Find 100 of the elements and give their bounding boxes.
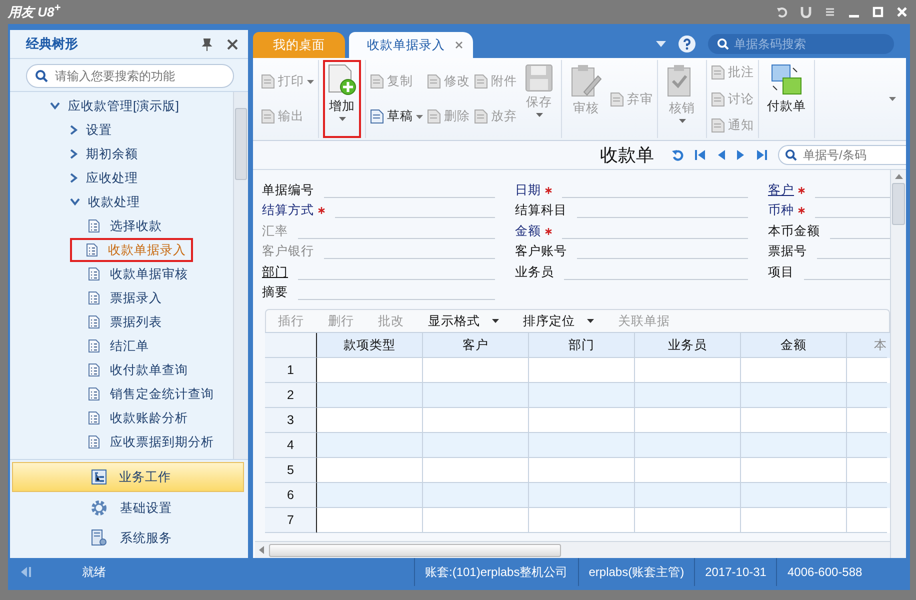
search-field[interactable]: 请输入您要搜索的功能 [26, 64, 234, 88]
document-icon [88, 291, 100, 305]
document-icon [88, 219, 100, 233]
help-icon[interactable] [678, 35, 696, 53]
search-field[interactable]: 单据号/条码 [778, 145, 906, 165]
scrollbar[interactable] [255, 541, 890, 558]
maximize-icon[interactable] [872, 6, 884, 18]
document-icon [88, 267, 100, 281]
field-label: 金额 [515, 222, 541, 240]
previous-icon[interactable] [716, 149, 726, 161]
search-field[interactable]: 单据条码搜索 [708, 34, 894, 54]
tree-item[interactable]: 票据列表 [10, 310, 233, 334]
scrollbar-thumb[interactable] [892, 183, 905, 225]
field-label: 本币金额 [768, 222, 820, 240]
scrollbar[interactable] [890, 170, 906, 558]
field-label: 项目 [768, 264, 794, 281]
table-cell[interactable] [741, 508, 847, 533]
document-title: 收款单 [600, 144, 654, 167]
scrollbar-thumb[interactable] [235, 108, 247, 180]
document-icon [474, 109, 488, 124]
nav-item[interactable]: 系统服务 [12, 524, 244, 552]
scrollbar[interactable] [233, 92, 248, 459]
required-asterisk-icon [798, 186, 805, 194]
tab[interactable]: 收款单据录入 [349, 32, 473, 58]
field-label: 汇率 [262, 222, 288, 240]
document-icon [261, 74, 275, 89]
field-label: 客户银行 [262, 243, 314, 260]
toolbar-button[interactable]: 付款单 [763, 60, 810, 138]
next-icon[interactable] [736, 149, 746, 161]
collapse-left-icon[interactable] [20, 566, 32, 578]
row-number: 6 [265, 483, 317, 508]
toolbar-button[interactable]: 增加 [323, 60, 361, 138]
close-icon[interactable] [455, 41, 463, 49]
toolbar-button[interactable]: 草稿 [370, 108, 423, 125]
document-icon [261, 109, 275, 124]
search-icon [717, 38, 729, 50]
caret-icon[interactable] [889, 97, 896, 101]
field-label: 结算方式 [262, 202, 314, 220]
pin-icon[interactable] [201, 38, 213, 50]
chevron-right-icon [70, 173, 78, 183]
squares-icon [770, 64, 802, 96]
document-icon [711, 118, 725, 133]
undo-icon[interactable] [776, 6, 788, 18]
tree-item[interactable]: 期初余额 [10, 142, 233, 166]
document-icon [711, 65, 725, 80]
toolbar-button[interactable]: 排序定位 [523, 312, 594, 330]
tree-item[interactable]: 销售定金统计查询 [10, 382, 233, 406]
magnet-icon[interactable] [800, 6, 812, 18]
field-label: 日期 [515, 182, 541, 199]
search-icon [785, 149, 797, 161]
document-icon [427, 109, 441, 124]
menu-icon[interactable] [824, 6, 836, 18]
tree-item[interactable]: 结汇单 [10, 334, 233, 358]
server-icon [90, 529, 108, 547]
caret-icon[interactable] [656, 41, 666, 47]
document-icon [711, 92, 725, 106]
field-label: 票据号 [768, 243, 807, 260]
nav-item[interactable]: 基础设置 [12, 494, 244, 522]
scroll-up-icon[interactable] [894, 174, 902, 179]
scrollbar-thumb[interactable] [269, 544, 561, 556]
toolbar-button[interactable]: 显示格式 [428, 312, 499, 330]
close-icon[interactable] [227, 38, 238, 50]
row-number: 5 [265, 458, 317, 483]
tree-item[interactable]: 选择收款 [10, 214, 233, 238]
scroll-left-icon[interactable] [259, 546, 265, 554]
table-cell[interactable] [423, 508, 529, 533]
tree-item[interactable]: 票据录入 [10, 286, 233, 310]
tree-item[interactable]: 设置 [10, 118, 233, 142]
last-page-icon[interactable] [756, 149, 768, 161]
tree-item[interactable]: 收款账龄分析 [10, 406, 233, 430]
row-number: 7 [265, 508, 317, 533]
document-icon [610, 92, 624, 106]
document-icon [88, 315, 100, 329]
clipboard-pencil-icon [570, 64, 602, 98]
tree-item[interactable]: 应收处理 [10, 166, 233, 190]
panel-title: 经典树形 [26, 35, 78, 53]
date-text: 2017-10-31 [694, 558, 776, 586]
table-cell[interactable] [635, 508, 741, 533]
tree-item[interactable]: 收付款单查询 [10, 358, 233, 382]
tree-item[interactable]: 应收款管理[演示版] [10, 94, 233, 118]
first-page-icon[interactable] [694, 149, 706, 161]
document-plus-icon [327, 64, 357, 96]
table-cell[interactable] [317, 508, 423, 533]
required-asterisk-icon [318, 207, 325, 214]
table-cell[interactable] [529, 508, 635, 533]
field-label: 单据编号 [262, 182, 314, 199]
document-icon [88, 339, 100, 353]
required-asterisk-icon [798, 207, 805, 214]
field-label: 客户账号 [515, 243, 567, 260]
search-icon [35, 70, 48, 82]
document-icon [474, 74, 488, 89]
refresh-icon[interactable] [672, 149, 684, 161]
field-label: 结算科目 [515, 202, 567, 220]
nav-item[interactable]: 业务工作 [12, 462, 244, 492]
row-number: 1 [265, 358, 317, 383]
document-icon [370, 74, 384, 89]
tree-item[interactable]: 收款单据审核 [10, 262, 233, 286]
user-text: erplabs(账套主管) [578, 558, 694, 586]
tree-item[interactable]: 应收票据到期分析 [10, 430, 233, 454]
tree-item[interactable]: 收款处理 [10, 190, 233, 214]
